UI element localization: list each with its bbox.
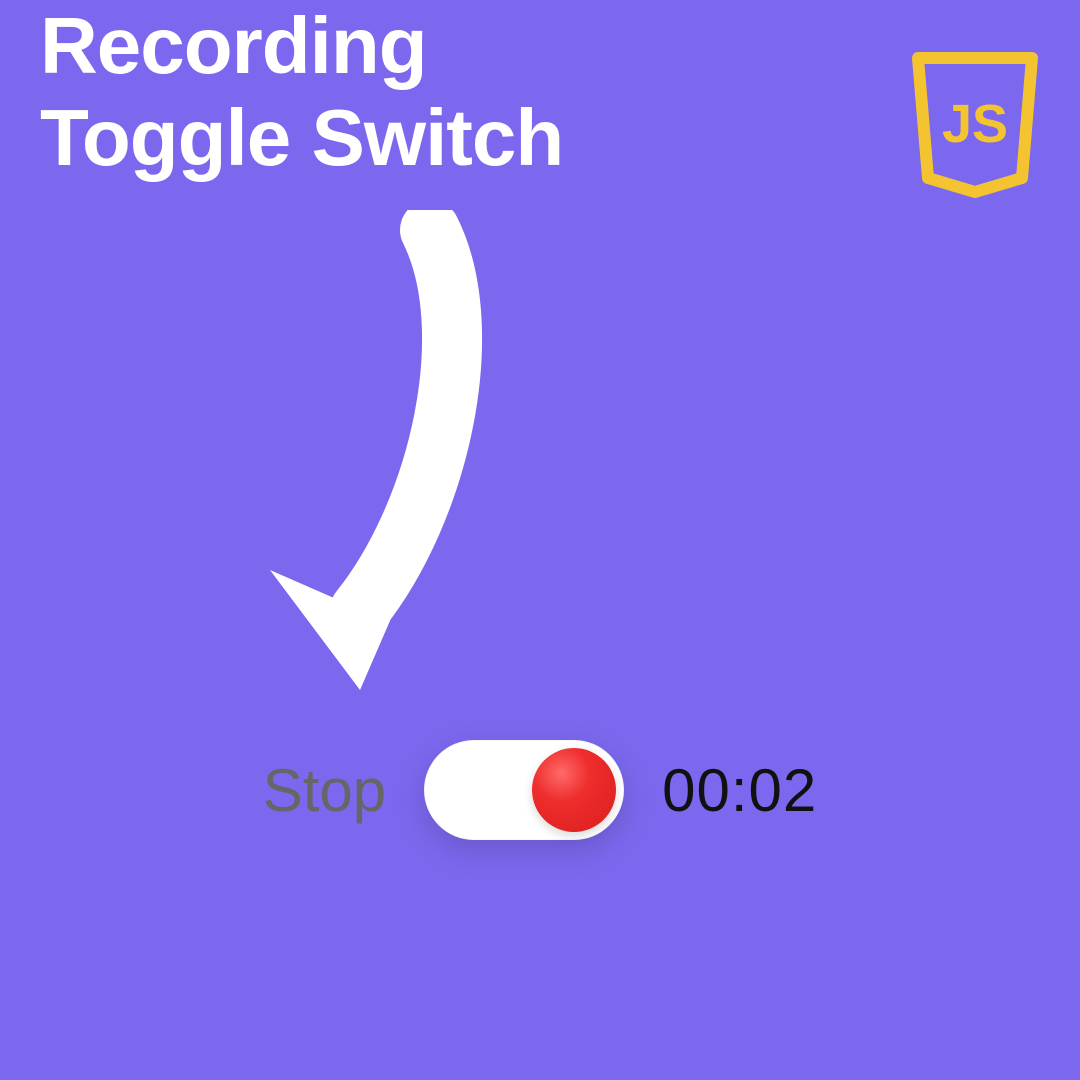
title-line-2: Toggle Switch (40, 92, 563, 184)
recording-toggle-row: Stop 00:02 (0, 740, 1080, 840)
record-icon (532, 748, 616, 832)
recording-timer: 00:02 (662, 756, 817, 825)
svg-text:JS: JS (942, 94, 1008, 154)
arrow-icon (230, 210, 490, 690)
recording-toggle[interactable] (424, 740, 624, 840)
page-title: Recording Toggle Switch (40, 0, 563, 184)
toggle-label: Stop (263, 756, 386, 825)
title-line-1: Recording (40, 0, 563, 92)
js-badge-icon: JS (910, 50, 1040, 200)
